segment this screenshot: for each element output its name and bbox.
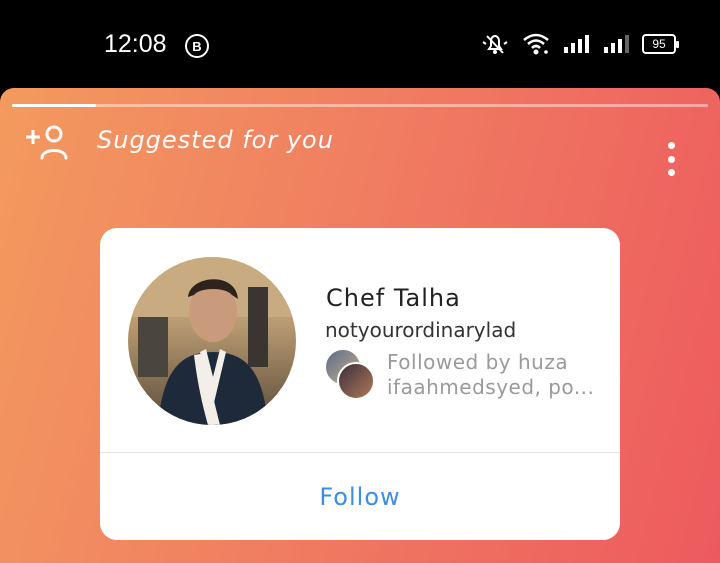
- suggested-for-you-label: Suggested for you: [97, 126, 334, 154]
- story-progress-bar: [12, 104, 708, 107]
- signal-icon-1: [564, 35, 589, 53]
- status-time: 12:08: [104, 30, 167, 58]
- business-badge-icon: B: [185, 34, 209, 58]
- profile-name: Chef Talha: [326, 284, 461, 312]
- status-bar: 12:08 B 95: [0, 0, 720, 88]
- suggestion-card: Chef Talha notyourordinarylad Followed b…: [100, 228, 620, 540]
- more-options-icon[interactable]: [664, 142, 678, 176]
- mute-bell-icon: [482, 34, 508, 54]
- wifi-icon: [523, 33, 549, 55]
- battery-icon: 95: [642, 34, 679, 54]
- follow-button[interactable]: Follow: [100, 453, 620, 540]
- story-screen: Suggested for you Chef Talha notyourordi…: [0, 88, 720, 563]
- followed-by-line-2: ifaahmedsyed, po...: [387, 375, 595, 399]
- follower-avatar-2: [337, 362, 375, 400]
- story-progress-fill: [12, 104, 96, 107]
- signal-icon-2: [604, 35, 629, 53]
- status-icons: 95: [480, 32, 679, 56]
- followed-by-line-1: Followed by huza: [387, 350, 569, 374]
- profile-avatar[interactable]: [128, 257, 296, 425]
- followed-by-text: Followed by huza ifaahmedsyed, po...: [387, 350, 607, 400]
- profile-username[interactable]: notyourordinarylad: [325, 318, 516, 342]
- add-person-icon[interactable]: [24, 124, 72, 162]
- profile-photo-icon: [128, 257, 296, 425]
